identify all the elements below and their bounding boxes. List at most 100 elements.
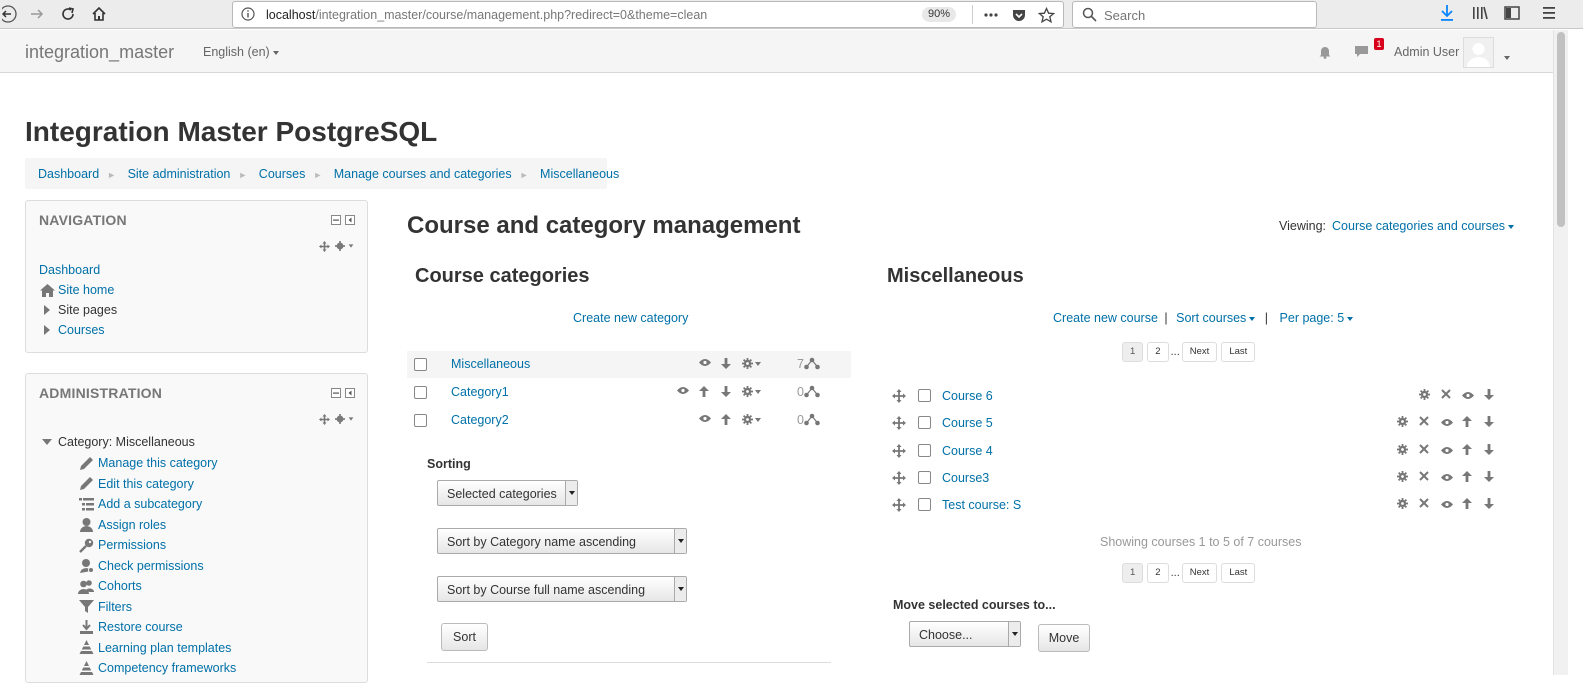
block-settings-gear-icon[interactable] [335,414,354,424]
breadcrumb-manage-courses[interactable]: Manage courses and categories [334,167,512,181]
delete-close-icon[interactable] [1419,498,1429,508]
pager-page-2[interactable]: 2 [1147,342,1169,362]
category-checkbox[interactable] [414,358,427,371]
delete-close-icon[interactable] [1419,443,1429,454]
eye-icon[interactable] [699,358,711,367]
drag-move-icon[interactable] [892,389,906,403]
pager-last[interactable]: Last [1221,342,1256,362]
breadcrumb-site-administration[interactable]: Site administration [128,167,231,181]
site-brand[interactable]: integration_master [25,42,174,63]
category-actions-gear-icon[interactable] [742,358,761,369]
admin-item[interactable]: Competency frameworks [78,660,236,676]
course-sort-select[interactable]: Sort by Course full name ascending [437,576,687,602]
dock-block-icon[interactable] [345,388,355,398]
admin-item[interactable]: Edit this category [78,476,194,492]
breadcrumb-miscellaneous[interactable]: Miscellaneous [540,167,619,181]
delete-close-icon[interactable] [1419,416,1429,427]
language-menu[interactable]: English (en) [203,45,279,59]
course-name-link[interactable]: Course 4 [942,444,993,458]
admin-item[interactable]: Cohorts [78,578,142,594]
move-block-icon[interactable] [319,241,330,252]
collapse-block-icon[interactable] [331,215,341,225]
nav-item-site-home[interactable]: Site home [39,282,114,298]
arrow-up-icon[interactable] [1462,470,1472,482]
edit-gear-icon[interactable] [1397,498,1408,510]
delete-close-icon[interactable] [1441,389,1451,399]
expand-triangle-icon[interactable] [39,322,55,338]
course-name-link[interactable]: Course 5 [942,416,993,430]
move-target-select[interactable]: Choose... [909,621,1021,647]
sort-scope-select[interactable]: Selected categories [437,480,578,506]
course-row[interactable]: Course 6 [887,383,1502,410]
sidebar-toggle-icon[interactable] [1503,4,1521,22]
create-new-course-link[interactable]: Create new course [1053,311,1158,325]
category-row[interactable]: Category1 0 [407,379,851,406]
category-actions-gear-icon[interactable] [742,414,761,425]
eye-icon[interactable] [1441,473,1453,482]
category-sort-select[interactable]: Sort by Category name ascending [437,528,687,554]
admin-item[interactable]: Add a subcategory [78,496,202,512]
course-checkbox[interactable] [918,389,931,402]
category-checkbox[interactable] [414,386,427,399]
pager-page-1[interactable]: 1 [1122,563,1144,583]
eye-icon[interactable] [1462,391,1474,400]
category-name-link[interactable]: Miscellaneous [451,357,530,371]
nav-item-courses[interactable]: Courses [39,322,105,338]
forward-button[interactable] [26,3,48,25]
category-checkbox[interactable] [414,414,427,427]
course-name-link[interactable]: Course3 [942,471,989,485]
page-scrollbar[interactable] [1553,30,1568,675]
category-name-link[interactable]: Category1 [451,385,509,399]
arrow-down-icon[interactable] [721,386,731,397]
bookmark-star-icon[interactable] [1038,7,1055,24]
course-checkbox[interactable] [918,443,931,457]
eye-icon[interactable] [1441,500,1453,509]
drag-move-icon[interactable] [892,470,906,485]
eye-icon[interactable] [677,386,689,395]
user-menu-name[interactable]: Admin User [1394,45,1459,59]
delete-close-icon[interactable] [1419,471,1429,481]
arrow-up-icon[interactable] [1462,416,1472,428]
nav-item-dashboard[interactable]: Dashboard [39,263,100,277]
nav-item-site-pages[interactable]: Site pages [39,302,117,318]
arrow-down-icon[interactable] [721,358,731,369]
course-name-link[interactable]: Course 6 [942,389,993,403]
collapse-triangle-icon[interactable] [39,434,55,450]
admin-item[interactable]: Check permissions [78,558,204,574]
pager-last[interactable]: Last [1221,563,1256,583]
arrow-up-icon[interactable] [699,386,709,397]
arrow-up-icon[interactable] [1462,498,1472,510]
admin-item[interactable]: Manage this category [78,455,218,471]
edit-gear-icon[interactable] [1397,416,1408,428]
create-new-category-link[interactable]: Create new category [573,311,688,325]
pager-next[interactable]: Next [1181,563,1218,583]
course-name-link[interactable]: Test course: S [942,498,1021,512]
per-page-menu[interactable]: Per page: 5 [1280,311,1354,325]
site-info-icon[interactable] [241,7,255,21]
pocket-icon[interactable] [1011,7,1027,23]
browser-search-box[interactable]: Search [1072,1,1317,28]
category-row[interactable]: Category2 0 [407,407,851,434]
scrollbar-thumb[interactable] [1557,32,1565,227]
move-block-icon[interactable] [319,414,330,425]
category-actions-gear-icon[interactable] [742,386,761,397]
course-row[interactable]: Test course: S [887,492,1502,519]
drag-move-icon[interactable] [892,498,906,513]
pager-page-1[interactable]: 1 [1122,342,1144,362]
viewing-mode-menu[interactable]: Course categories and courses [1332,219,1515,233]
admin-item[interactable]: Restore course [78,619,183,635]
collapse-block-icon[interactable] [331,388,341,398]
user-menu-chevron-icon[interactable] [1501,49,1510,64]
breadcrumb-dashboard[interactable]: Dashboard [38,167,99,181]
library-icon[interactable] [1471,4,1489,22]
edit-gear-icon[interactable] [1397,470,1408,482]
back-button[interactable] [0,3,22,25]
notifications-bell-icon[interactable] [1318,45,1332,59]
category-name-link[interactable]: Category2 [451,413,509,427]
zoom-indicator[interactable]: 90% [922,7,957,22]
arrow-down-icon[interactable] [1484,470,1494,482]
sort-courses-menu[interactable]: Sort courses [1176,311,1256,325]
pager-page-2[interactable]: 2 [1147,563,1169,583]
arrow-down-icon[interactable] [1484,389,1494,400]
arrow-down-icon[interactable] [1484,416,1494,428]
